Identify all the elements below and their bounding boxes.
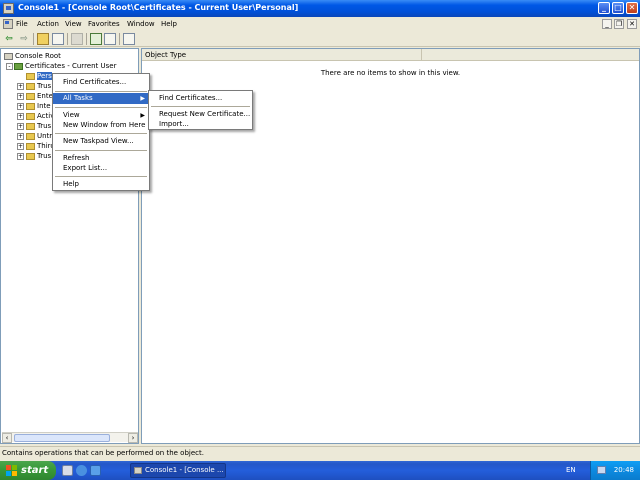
scroll-left-button[interactable]: ‹ <box>2 433 12 443</box>
ctx-help[interactable]: Help <box>53 179 149 190</box>
menu-favorites[interactable]: Favorites <box>88 20 120 28</box>
tree-item-trusted-root[interactable]: Trus <box>26 81 51 91</box>
show-hide-tree-icon[interactable] <box>52 33 64 45</box>
expand-icon[interactable]: + <box>17 143 24 150</box>
clock[interactable]: 20:48 <box>614 461 634 480</box>
submenu-arrow-icon: ▶ <box>140 95 145 102</box>
tree-horizontal-scrollbar[interactable]: ‹ › <box>2 432 138 443</box>
close-button[interactable]: ✕ <box>626 2 638 14</box>
column-header-object-type[interactable]: Object Type <box>142 49 422 61</box>
menu-view[interactable]: View <box>65 20 82 28</box>
media-player-icon[interactable] <box>90 465 101 476</box>
ctx-export-list[interactable]: Export List... <box>53 163 149 174</box>
folder-icon <box>26 92 35 100</box>
context-menu: Find Certificates... All Tasks ▶ View ▶ Ne… <box>52 73 150 191</box>
menu-separator <box>55 133 147 134</box>
expand-icon[interactable]: + <box>17 83 24 90</box>
toolbar-separator <box>67 33 68 45</box>
mdi-restore-button[interactable]: ❐ <box>614 19 624 29</box>
mdi-minimize-button[interactable]: _ <box>602 19 612 29</box>
folder-icon <box>26 132 35 140</box>
status-bar: Contains operations that can be performe… <box>0 446 640 460</box>
menu-separator <box>55 107 147 108</box>
tree-item-trusted-people[interactable]: Trus <box>26 151 51 161</box>
all-tasks-submenu: Find Certificates... Request New Certifi… <box>148 90 253 130</box>
windows-flag-icon <box>6 465 17 476</box>
window-title: Console1 - [Console Root\Certificates - … <box>18 3 299 12</box>
tree-item-enterprise-trust[interactable]: Ente <box>26 91 53 101</box>
toolbar-separator <box>86 33 87 45</box>
sub-import[interactable]: Import... <box>149 119 252 130</box>
internet-explorer-icon[interactable] <box>76 465 87 476</box>
export-list-icon[interactable] <box>104 33 116 45</box>
folder-icon <box>26 122 35 130</box>
expand-icon[interactable]: + <box>17 153 24 160</box>
expand-icon[interactable]: + <box>17 123 24 130</box>
menu-help[interactable]: Help <box>161 20 177 28</box>
tree-item-third-party[interactable]: Thirc <box>26 141 54 151</box>
window-title-bar[interactable]: Console1 - [Console Root\Certificates - … <box>0 0 640 17</box>
collapse-icon[interactable]: - <box>6 63 13 70</box>
ctx-new-taskpad-view[interactable]: New Taskpad View... <box>53 136 149 147</box>
start-button[interactable]: start <box>0 461 56 480</box>
ctx-all-tasks[interactable]: All Tasks ▶ <box>53 93 149 104</box>
show-desktop-icon[interactable] <box>62 465 73 476</box>
back-arrow-icon[interactable]: ⇦ <box>3 33 15 45</box>
tree-item-console-root[interactable]: Console Root <box>4 51 61 61</box>
expand-icon[interactable]: + <box>17 113 24 120</box>
menu-separator <box>151 106 250 107</box>
tree-item-active-directory[interactable]: Activ <box>26 111 54 121</box>
minimize-button[interactable]: _ <box>598 2 610 14</box>
mmc-task-icon <box>134 467 142 474</box>
menu-separator <box>55 176 147 177</box>
refresh-icon[interactable] <box>90 33 102 45</box>
tree-item-intermediate[interactable]: Inte <box>26 101 51 111</box>
folder-icon <box>26 82 35 90</box>
ctx-find-certificates[interactable]: Find Certificates... <box>53 77 149 88</box>
tree-item-certificates[interactable]: Certificates - Current User <box>14 61 116 71</box>
system-tray: 20:48 <box>590 461 640 480</box>
folder-icon <box>26 102 35 110</box>
taskbar-item-console1[interactable]: Console1 - [Console ... <box>130 463 226 478</box>
menu-window[interactable]: Window <box>127 20 155 28</box>
expand-icon[interactable]: + <box>17 133 24 140</box>
expand-icon[interactable]: + <box>17 103 24 110</box>
scroll-thumb[interactable] <box>14 434 110 442</box>
menu-separator <box>55 91 147 92</box>
maximize-button[interactable]: □ <box>612 2 624 14</box>
menu-file[interactable]: File <box>16 20 28 28</box>
sub-find-certificates[interactable]: Find Certificates... <box>149 93 252 104</box>
language-indicator[interactable]: EN <box>566 461 576 480</box>
console-menu-icon[interactable] <box>3 19 13 29</box>
mdi-close-button[interactable]: ✕ <box>627 19 637 29</box>
folder-icon <box>26 112 35 120</box>
folder-icon <box>26 152 35 160</box>
mmc-app-icon[interactable] <box>3 3 14 14</box>
folder-icon <box>26 72 35 80</box>
tree-item-untrusted[interactable]: Untr <box>26 131 52 141</box>
toolbar-separator <box>33 33 34 45</box>
tree-item-personal[interactable]: Pers <box>26 71 52 81</box>
column-header-filler <box>422 49 639 61</box>
expand-icon[interactable]: + <box>17 93 24 100</box>
console-root-icon <box>4 52 13 60</box>
forward-arrow-icon[interactable]: ⇨ <box>18 33 30 45</box>
up-one-level-icon[interactable] <box>37 33 49 45</box>
menu-separator <box>55 150 147 151</box>
certificate-store-icon <box>14 62 23 70</box>
toolbar-separator <box>119 33 120 45</box>
toolbar: ⇦ ⇨ <box>0 31 640 47</box>
network-icon[interactable] <box>597 466 606 474</box>
scroll-right-button[interactable]: › <box>128 433 138 443</box>
taskbar: start Console1 - [Console ... EN 20:48 <box>0 461 640 480</box>
tree-item-trusted-publishers[interactable]: Trus <box>26 121 51 131</box>
help-icon[interactable] <box>123 33 135 45</box>
ctx-new-window[interactable]: New Window from Here <box>53 120 149 131</box>
copy-icon[interactable] <box>71 33 83 45</box>
empty-view-message: There are no items to show in this view. <box>320 69 461 77</box>
menu-action[interactable]: Action <box>37 20 59 28</box>
menu-bar: File Action View Favorites Window Help _… <box>0 17 640 31</box>
folder-icon <box>26 142 35 150</box>
